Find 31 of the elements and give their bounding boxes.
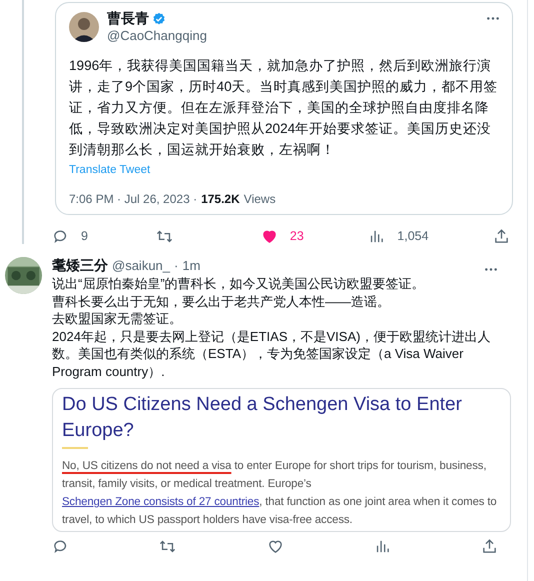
article-paragraph: No, US citizens do not need a visa to enter Europe for short trips for tourism, business, transit, family visits, or medical treatment. Europe’s Schengen Zone consists of 27 countries, that function as one joint area when it comes to travel, to which US passport holders have visa-free access.: [62, 459, 498, 528]
avatar[interactable]: [69, 12, 99, 42]
reply-icon[interactable]: [52, 228, 69, 244]
user-handle[interactable]: @CaoChangqing: [107, 28, 478, 43]
heart-icon[interactable]: [266, 538, 284, 555]
attached-screenshot[interactable]: [52, 388, 511, 532]
tweet-time[interactable]: 1m: [182, 258, 200, 273]
tweet-text: 1996年，我获得美国国籍当天，就加急办了护照，然后到欧洲旅行演讲，走了9个国家，历时40天。当时真感到美国护照的威力，都不用签证，省力又方便。但在左派拜登治下，美国的全球护照自由度排名降低，导致欧洲决定对美国护照从2024年开始要求签证。美国历史还没到清朝那么长，国运就开始衰败，左祸啊！: [69, 57, 499, 159]
more-options-icon[interactable]: [486, 16, 500, 21]
article-heading: Do US Citizens Need a Schengen Visa to Enter Europe?: [62, 393, 463, 443]
action-count: 1,054: [397, 229, 429, 243]
share-icon[interactable]: [481, 538, 498, 555]
user-handle[interactable]: @saikun_: [112, 258, 170, 273]
heart-icon[interactable]: [260, 228, 278, 244]
more-options-icon[interactable]: [484, 266, 498, 272]
retweet-icon[interactable]: [159, 538, 176, 555]
views-label: Views: [244, 192, 276, 206]
display-name[interactable]: 曹長青: [107, 10, 149, 28]
action-count: 23: [290, 229, 304, 243]
article-link[interactable]: Schengen Zone consists of 27 countries: [62, 496, 260, 508]
tweet-text: 说出“屈原怕秦始皇”的曹科长，如今又说美国公民访欧盟要签证。: [52, 275, 426, 292]
share-icon[interactable]: [493, 228, 510, 244]
tweet-text: 2024年起，只是要去网上登记（是ETIAS，不是VISA)，便于欧盟统计进出人数。美国也有类似的系统（ESTA），专为免签国家设定（a Visa Waiver Program country）.: [52, 328, 492, 380]
reply-icon[interactable]: [52, 538, 69, 555]
tweet-text: 去欧盟国家无需签证。: [52, 310, 183, 328]
tweet-text: 曹科长要么出于无知，要么出于老共产党人本性——造谣。: [52, 292, 391, 310]
action-count: 9: [81, 229, 88, 243]
separator-dot: ·: [174, 258, 178, 273]
display-name[interactable]: 耄矮三分: [52, 257, 108, 275]
views-count: 175.2K: [201, 192, 240, 206]
tweet-timestamp[interactable]: 7:06 PM · Jul 26, 2023 ·: [69, 192, 198, 206]
